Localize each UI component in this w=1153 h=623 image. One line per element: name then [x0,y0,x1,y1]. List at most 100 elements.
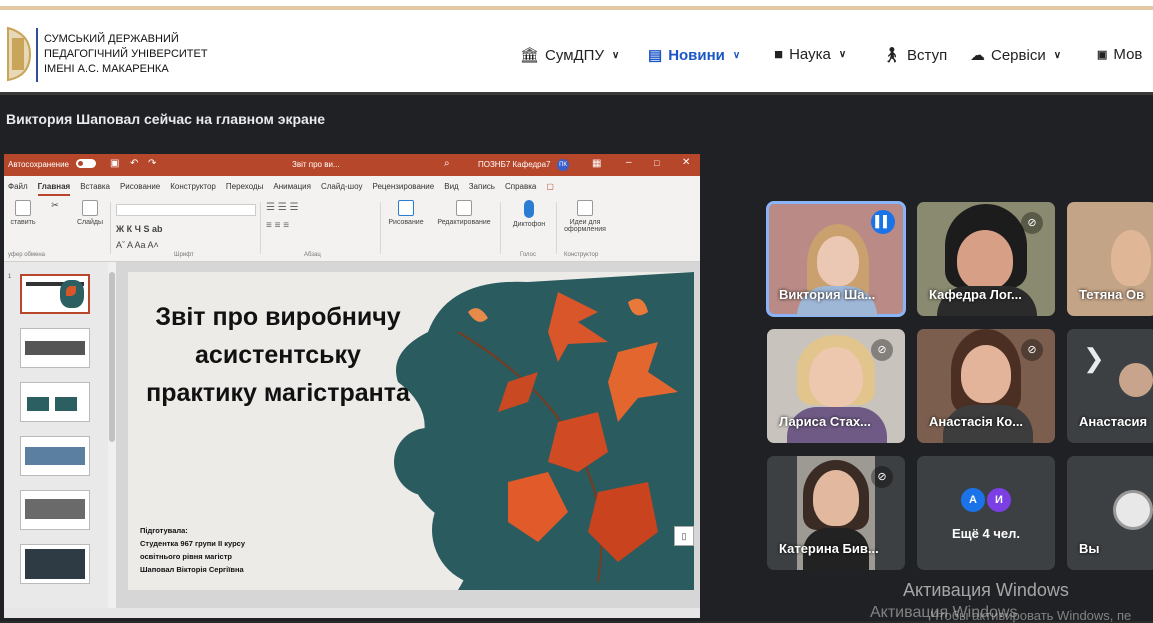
university-name-line1: СУМСЬКИЙ ДЕРЖАВНИЙ [44,33,179,45]
font-name-box[interactable] [116,204,256,216]
tab-record[interactable]: Запись [469,182,495,196]
participant-name: Кафедра Лог... [929,287,1022,302]
ppt-menu-tabs: Файл Главная Вставка Рисование Конструкт… [4,176,700,196]
cloud-icon: ☁ [970,47,985,64]
ribbon-display-icon[interactable]: ▦ [592,158,601,169]
nav-admission[interactable]: 🚶︎ Вступ [882,46,947,65]
participant-tile[interactable]: ❯ Анастасия [1067,329,1153,443]
self-tile[interactable]: Вы [1067,456,1153,570]
avatar: И [987,488,1011,512]
tab-file[interactable]: Файл [8,182,28,196]
participant-tile[interactable]: Тетяна Ов [1067,202,1153,316]
more-participants-label: Ещё 4 чел. [952,526,1020,541]
paste-button[interactable]: ставить [8,200,38,226]
ppt-statusbar [4,608,700,618]
account-avatar[interactable]: ПК [557,159,569,171]
paragraph-buttons[interactable]: ☰ ☰ ☰ [266,202,298,213]
nav-services[interactable]: ☁ Сервіси ∨ [970,46,1061,65]
comments-icon[interactable]: ▢ [546,182,554,196]
participant-name: Катерина Бив... [779,541,879,556]
more-participants-tile[interactable]: А И Ещё 4 чел. [917,456,1055,570]
slide-thumbnail[interactable] [20,490,90,530]
nav-language-label: Мов [1113,46,1143,63]
nav-sumdpu-label: СумДПУ [545,46,604,64]
slide-thumbnails: 1 [4,262,108,608]
tab-draw[interactable]: Рисование [120,182,160,196]
participant-tile[interactable]: ⊘ Кафедра Лог... [917,202,1055,316]
tab-transitions[interactable]: Переходы [226,182,264,196]
nav-services-label: Сервіси [991,46,1046,64]
tab-insert[interactable]: Вставка [80,182,110,196]
university-name-line2: ПЕДАГОГІЧНИЙ УНІВЕРСИТЕТ [44,48,208,60]
slide-thumbnail[interactable] [20,382,90,422]
undo-icon[interactable]: ↶ [130,158,138,169]
participant-tile[interactable]: ⊘ Лариса Стах... [767,329,905,443]
participant-tile[interactable]: ▌▌ Виктория Ша... [766,201,906,317]
thumbnail-scrollbar[interactable] [108,262,116,608]
slides-label: Слайды [76,219,104,226]
paragraph-group-label: Абзац [304,252,321,258]
slide-thumbnail[interactable] [20,274,90,314]
slide-footer-line2: Студентка 967 групи ІІ курсу [140,539,246,548]
tab-animations[interactable]: Анимация [273,182,311,196]
redo-icon[interactable]: ↷ [148,158,156,169]
tab-home[interactable]: Главная [37,182,71,196]
minimize-icon[interactable]: – [626,157,632,168]
chevron-down-icon: ∨ [732,49,741,61]
news-icon: ▤ [648,47,663,64]
font-color-buttons[interactable]: Aˇ A Aa A˄ [116,240,159,250]
participant-name: Анастасія Ко... [929,414,1024,429]
maximize-icon[interactable]: □ [654,158,659,168]
shapes-icon [398,200,414,216]
presenting-banner: Виктория Шаповал сейчас на главном экран… [0,92,1153,141]
dictate-button[interactable]: Диктофон [506,200,552,228]
tab-design[interactable]: Конструктор [170,182,216,196]
drawing-button[interactable]: Рисование [384,200,428,226]
nav-language[interactable]: ▣ Мов [1097,46,1142,63]
close-icon[interactable]: ✕ [682,157,690,168]
chevron-right-icon[interactable]: ❯ [1083,343,1105,374]
nav-news[interactable]: ▤ Новини ∨ [648,46,741,65]
account-name[interactable]: ПОЗНБ7 Кафедра7 [478,160,550,169]
editing-label: Редактирование [437,219,491,226]
slide-thumbnail[interactable] [20,436,90,476]
tab-view[interactable]: Вид [444,182,458,196]
slide-thumbnail[interactable] [20,328,90,368]
tab-help[interactable]: Справка [505,182,536,196]
designer-button[interactable]: Идеи для оформления [560,200,610,233]
editing-button[interactable]: Редактирование [434,200,494,226]
participant-tile[interactable]: ⊘ Анастасія Ко... [917,329,1055,443]
font-style-buttons[interactable]: Ж К Ч S ab [116,224,162,234]
ppt-titlebar: Автосохранение ▣ ↶ ↷ Звіт про ви... ⌕ ПО… [4,154,700,176]
tab-review[interactable]: Рецензирование [372,182,434,196]
save-icon[interactable]: ▣ [110,158,119,169]
new-slide-button[interactable]: Слайды [72,200,108,226]
slide-footer-line4: Шаповал Вікторія Сергіївна [140,565,244,574]
document-title[interactable]: Звіт про ви... [292,160,340,169]
autosave-toggle[interactable] [76,159,96,169]
language-icon: ▣ [1097,49,1108,61]
cut-copy-group[interactable]: ✂ [44,200,66,211]
find-icon [456,200,472,216]
avatar [1119,363,1153,397]
paste-label: ставить [10,219,36,226]
current-slide[interactable]: Звіт про виробничу асистентську практику… [128,272,694,590]
university-logo[interactable] [4,24,34,84]
university-name-line3: ІМЕНІ А.С. МАКАРЕНКА [44,63,169,75]
mic-off-icon: ⊘ [1021,339,1043,361]
search-icon[interactable]: ⌕ [444,158,450,169]
tab-slideshow[interactable]: Слайд-шоу [321,182,362,196]
university-name[interactable]: СУМСЬКИЙ ДЕРЖАВНИЙ ПЕДАГОГІЧНИЙ УНІВЕРСИ… [44,32,208,77]
more-participants-avatars: А И [961,488,1011,512]
align-buttons[interactable]: ≡ ≡ ≡ [266,220,289,231]
mic-off-icon: ⊘ [871,339,893,361]
participant-tile[interactable]: ⊘ Катерина Бив... [767,456,905,570]
ppt-ribbon: ставить ✂ Слайды уфер обмена Ж К Ч S ab … [4,196,700,262]
designer-pane-icon[interactable]: ▯ [674,526,694,546]
nav-science[interactable]: ■ Наука ∨ [774,46,846,63]
nav-sumdpu[interactable]: 🏛︎ СумДПУ ∨ [520,46,619,65]
slide-footer-line1: Підготувала: [140,526,188,535]
shared-screen-powerpoint[interactable]: Автосохранение ▣ ↶ ↷ Звіт про ви... ⌕ ПО… [4,154,700,618]
scissors-icon: ✂ [51,200,59,210]
slide-thumbnail[interactable] [20,544,90,584]
